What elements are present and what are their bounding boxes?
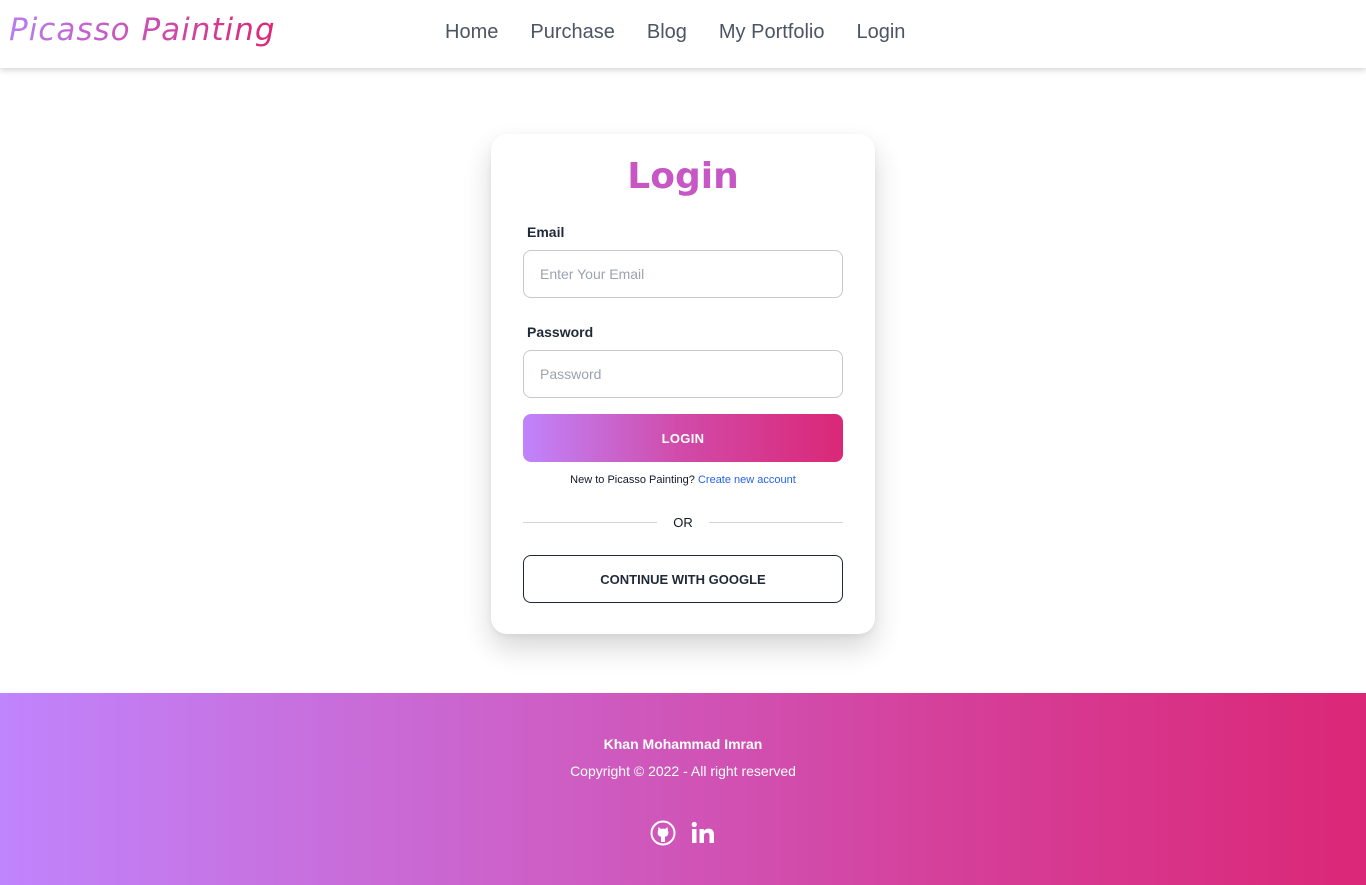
- social-links: [650, 820, 716, 846]
- footer-copyright: Copyright © 2022 - All right reserved: [570, 763, 796, 779]
- email-input[interactable]: [523, 250, 843, 298]
- nav-login-link[interactable]: Login: [856, 21, 905, 44]
- login-title: Login: [627, 156, 739, 197]
- nav-home-link[interactable]: Home: [445, 21, 498, 44]
- email-label: Email: [527, 224, 565, 240]
- nav-purchase-link[interactable]: Purchase: [530, 21, 615, 44]
- signup-prompt-text: New to Picasso Painting?: [570, 474, 695, 486]
- navbar: Picasso Painting Home Purchase Blog My P…: [0, 0, 1366, 68]
- password-input[interactable]: [523, 350, 843, 398]
- footer-author: Khan Mohammad Imran: [603, 736, 763, 752]
- footer: Khan Mohammad Imran Copyright © 2022 - A…: [0, 693, 1366, 885]
- nav-blog-link[interactable]: Blog: [647, 21, 687, 44]
- main-nav: Home Purchase Blog My Portfolio Login: [445, 21, 905, 44]
- nav-portfolio-link[interactable]: My Portfolio: [719, 21, 825, 44]
- or-divider: OR: [523, 514, 843, 532]
- signup-prompt-line: New to Picasso Painting? Create new acco…: [491, 474, 875, 486]
- brand-logo[interactable]: Picasso Painting: [9, 12, 276, 48]
- login-button[interactable]: LOGIN: [523, 414, 843, 462]
- create-account-link[interactable]: Create new account: [698, 474, 796, 486]
- login-card: Login Email Password LOGIN New to Picass…: [491, 134, 875, 634]
- password-label: Password: [527, 324, 594, 340]
- linkedin-icon[interactable]: [690, 820, 716, 846]
- google-signin-button[interactable]: CONTINUE WITH GOOGLE: [523, 555, 843, 603]
- divider-line-right: [709, 522, 843, 523]
- github-icon[interactable]: [650, 820, 676, 846]
